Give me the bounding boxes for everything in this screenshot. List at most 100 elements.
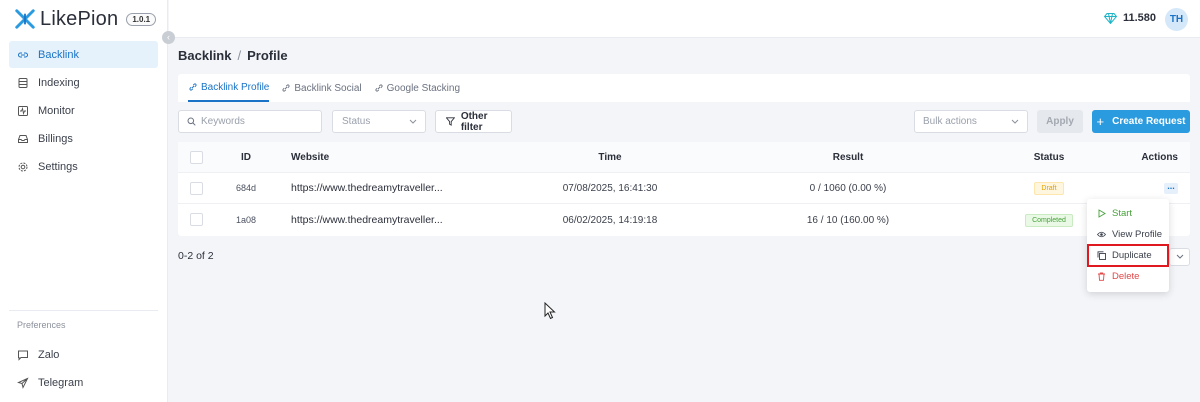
pulse-icon (17, 105, 29, 117)
tab-google-stacking[interactable]: Google Stacking (374, 74, 460, 102)
chat-icon (17, 349, 29, 361)
sidebar: LikePion 1.0.1 Backlink Indexing Monitor… (0, 0, 168, 402)
row-website[interactable]: https://www.thedreamytraveller... (291, 204, 443, 236)
bulk-actions-select[interactable]: Bulk actions (914, 110, 1028, 133)
requests-table: ID Website Time Result Status Actions 68… (178, 142, 1190, 236)
chevron-down-icon (1011, 119, 1019, 124)
sidebar-item-label: Monitor (38, 104, 75, 117)
tab-backlink-profile[interactable]: Backlink Profile (188, 74, 270, 102)
sidebar-item-label: Backlink (38, 48, 79, 61)
link-icon (282, 84, 290, 92)
chevron-down-icon (1176, 254, 1183, 259)
row-status: Completed (1009, 204, 1089, 236)
version-badge: 1.0.1 (126, 12, 157, 26)
sidebar-item-label: Billings (38, 132, 73, 145)
menu-item-label: View Profile (1112, 229, 1162, 240)
credits-value: 11.580 (1122, 12, 1156, 24)
menu-item-delete[interactable]: Delete (1087, 266, 1169, 287)
sidebar-item-backlink[interactable]: Backlink (9, 41, 158, 68)
avatar[interactable]: TH (1165, 8, 1188, 31)
header-time[interactable]: Time (535, 142, 685, 172)
sidebar-item-label: Settings (38, 160, 78, 173)
menu-item-label: Delete (1112, 271, 1140, 282)
menu-item-label: Start (1112, 208, 1133, 219)
select-all-checkbox[interactable] (190, 151, 203, 164)
header-website[interactable]: Website (291, 142, 329, 172)
pagination-info: 0-2 of 2 (178, 250, 214, 262)
gear-icon (17, 161, 29, 173)
copy-icon (1097, 251, 1106, 260)
sidebar-item-label: Zalo (38, 348, 60, 361)
status-select[interactable]: Status (332, 110, 426, 133)
menu-item-label: Duplicate (1112, 250, 1152, 261)
breadcrumb-section[interactable]: Backlink (178, 48, 231, 63)
menu-item-view-profile[interactable]: View Profile (1087, 224, 1169, 245)
search-input[interactable]: Keywords (178, 110, 322, 133)
breadcrumb: Backlink / Profile (178, 48, 288, 63)
tab-backlink-social[interactable]: Backlink Social (281, 74, 362, 102)
chevron-down-icon (409, 119, 417, 124)
menu-item-start[interactable]: Start (1087, 203, 1169, 224)
tab-label: Google Stacking (386, 82, 461, 94)
row-time: 06/02/2025, 14:19:18 (562, 214, 658, 226)
more-actions-button[interactable]: ... (1164, 181, 1178, 194)
status-badge: Completed (1025, 213, 1073, 227)
row-time: 07/08/2025, 16:41:30 (562, 182, 658, 194)
database-icon (17, 77, 29, 89)
sidebar-item-billings[interactable]: Billings (9, 125, 158, 152)
tab-label: Backlink Profile (201, 81, 270, 93)
header-id[interactable]: ID (231, 142, 261, 172)
breadcrumb-page: Profile (247, 48, 288, 63)
table-row[interactable]: 1a08 https://www.thedreamytraveller... 0… (178, 204, 1190, 236)
apply-button[interactable]: Apply (1037, 110, 1083, 133)
send-icon (17, 376, 29, 389)
header-actions: Actions (1141, 151, 1178, 163)
bulk-placeholder: Bulk actions (923, 116, 977, 127)
trash-icon (1098, 272, 1105, 281)
status-badge: Draft (1034, 181, 1064, 195)
sidebar-item-label: Indexing (38, 76, 80, 89)
sidebar-item-telegram[interactable]: Telegram (9, 369, 158, 396)
sidebar-item-monitor[interactable]: Monitor (9, 97, 158, 124)
inbox-icon (17, 133, 29, 145)
menu-item-duplicate[interactable]: Duplicate (1087, 244, 1169, 267)
table-row[interactable]: 684d https://www.thedreamytraveller... 0… (178, 173, 1190, 204)
eye-icon (1097, 231, 1106, 238)
row-checkbox[interactable] (190, 182, 203, 195)
collapse-sidebar-button[interactable]: ‹ (162, 31, 175, 44)
row-result: 0 / 1060 (0.00 %) (809, 182, 887, 194)
preferences-title: Preferences (17, 320, 66, 330)
row-result: 16 / 10 (160.00 %) (806, 214, 890, 226)
sidebar-nav: Backlink Indexing Monitor Billings Setti… (0, 41, 167, 180)
link-icon (375, 84, 383, 92)
row-checkbox[interactable] (190, 213, 203, 226)
credits-balance[interactable]: 11.580 (1103, 12, 1156, 24)
plus-icon: + (1096, 114, 1105, 129)
other-filter-button[interactable]: Other filter (435, 110, 512, 133)
header-result[interactable]: Result (788, 142, 908, 172)
header-status[interactable]: Status (1009, 142, 1089, 172)
create-label: Create Request (1112, 116, 1186, 127)
filter-label: Other filter (460, 110, 488, 133)
sidebar-item-settings[interactable]: Settings (9, 153, 158, 180)
preferences-list: Zalo Telegram (9, 341, 158, 397)
divider (9, 310, 158, 311)
status-placeholder: Status (342, 116, 371, 127)
create-request-button[interactable]: + Create Request (1092, 110, 1190, 133)
sidebar-item-indexing[interactable]: Indexing (9, 69, 158, 96)
search-icon (187, 117, 196, 126)
table-header: ID Website Time Result Status Actions (178, 142, 1190, 173)
top-bar: 11.580 TH (169, 0, 1200, 38)
brand[interactable]: LikePion 1.0.1 (0, 0, 167, 38)
page-size-select[interactable] (1169, 248, 1190, 266)
breadcrumb-separator: / (237, 48, 242, 63)
search-placeholder: Keywords (201, 116, 245, 127)
play-icon (1098, 209, 1106, 218)
brand-name: LikePion (40, 7, 119, 30)
tab-bar: Backlink Profile Backlink Social Google … (178, 74, 1190, 102)
row-id: 684d (235, 183, 257, 193)
row-website[interactable]: https://www.thedreamytraveller... (291, 173, 443, 203)
sidebar-item-zalo[interactable]: Zalo (9, 341, 158, 368)
row-status: Draft (1009, 173, 1089, 203)
sidebar-item-label: Telegram (38, 376, 84, 389)
